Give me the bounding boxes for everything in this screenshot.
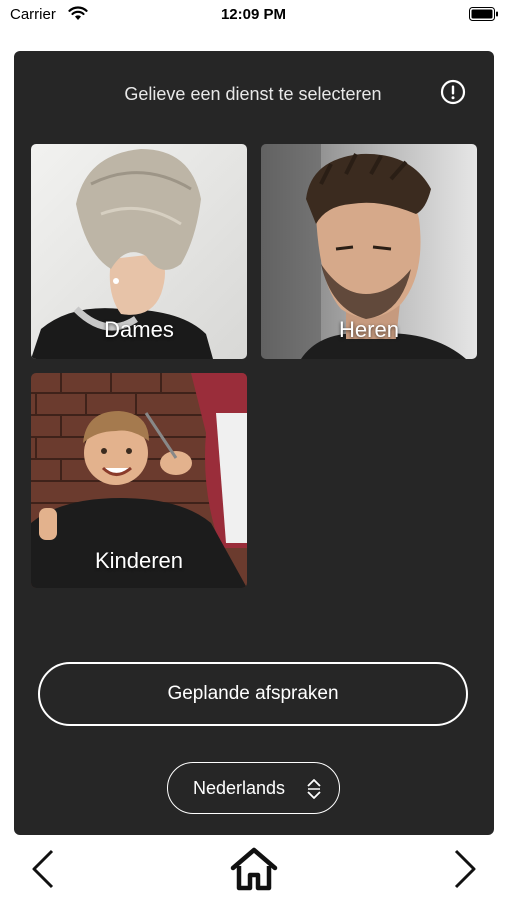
service-label-heren: Heren (339, 317, 399, 342)
service-label-kinderen: Kinderen (94, 548, 184, 573)
service-tile-heren[interactable]: Heren (261, 144, 477, 359)
status-bar: Carrier 12:09 PM (0, 0, 507, 30)
bottom-nav (0, 835, 507, 900)
service-tile-dames[interactable]: Dames (31, 144, 247, 359)
up-down-chevron-icon (306, 778, 322, 805)
language-select-value: Nederlands (193, 778, 286, 798)
language-select[interactable]: Nederlands (167, 762, 340, 814)
planned-appointments-button[interactable]: Geplande afspraken (38, 662, 468, 726)
service-tile-kinderen[interactable]: Kinderen (31, 373, 247, 588)
battery-icon (469, 7, 498, 21)
chevron-left-icon[interactable] (30, 849, 56, 894)
info-icon[interactable] (440, 79, 466, 105)
page-title: Gelieve een dienst te selecteren (124, 84, 382, 104)
chevron-right-icon[interactable] (452, 849, 478, 894)
home-icon[interactable] (230, 847, 278, 896)
clock: 12:09 PM (220, 6, 287, 23)
service-label-dames: Dames (104, 317, 174, 342)
